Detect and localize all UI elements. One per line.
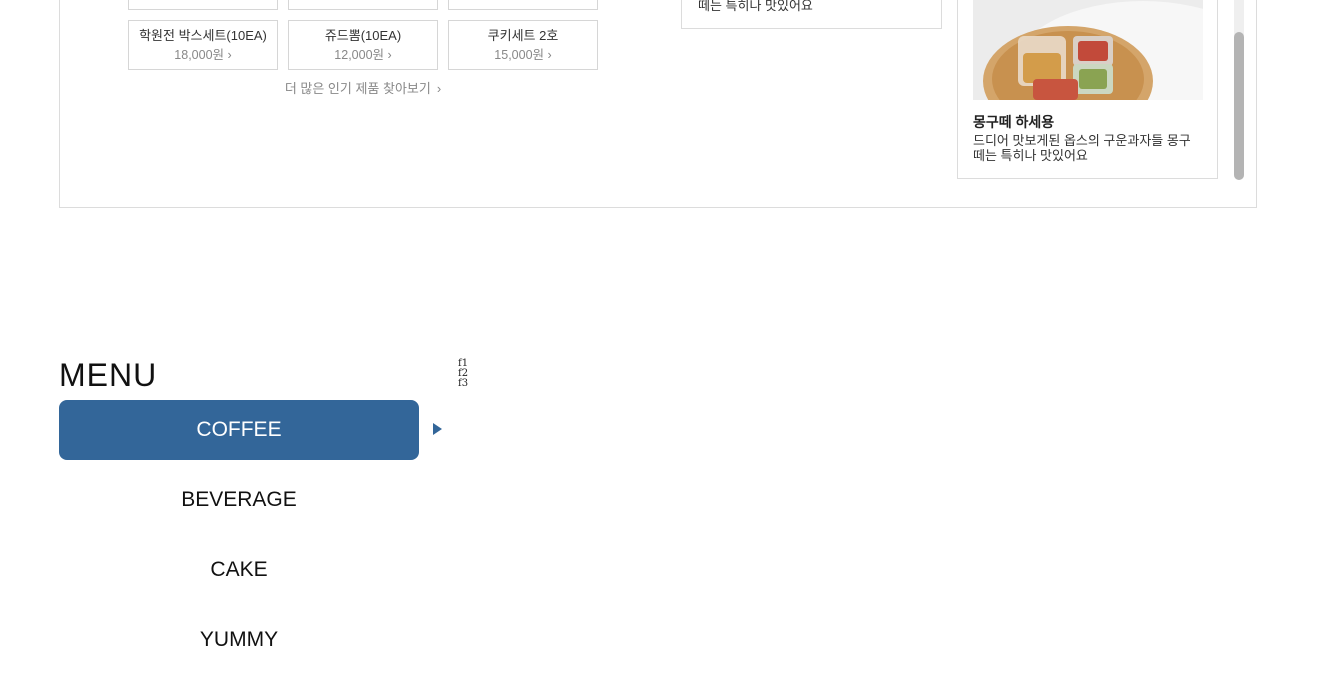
product-cell[interactable] xyxy=(448,0,598,10)
chevron-right-icon: › xyxy=(387,48,392,62)
footnote-f3[interactable]: f3 xyxy=(458,379,468,389)
product-row-previous xyxy=(128,0,598,10)
product-cell[interactable] xyxy=(288,0,438,10)
product-price: 15,000원 › xyxy=(494,48,552,62)
chevron-right-icon: › xyxy=(227,48,232,62)
product-name: 학원전 박스세트(10EA) xyxy=(139,28,267,43)
menu-item-coffee[interactable]: COFFEE xyxy=(59,400,419,460)
menu-item-beverage[interactable]: BEVERAGE xyxy=(59,470,419,530)
cookie-plate-image xyxy=(973,0,1203,100)
product-name: 쿠키세트 2호 xyxy=(487,28,559,43)
product-cell-judpom[interactable]: 쥬드뽐(10EA) 12,000원 › xyxy=(288,20,438,70)
product-price: 12,000원 › xyxy=(334,48,392,62)
review-text: 떼는 특히나 맛있어요 xyxy=(698,0,813,13)
chevron-right-icon: › xyxy=(436,81,442,96)
menu-item-yummy[interactable]: YUMMY xyxy=(59,610,419,670)
more-popular-link[interactable]: 더 많은 인기 제품 찾아보기 › xyxy=(128,78,598,97)
triangle-right-icon xyxy=(433,423,442,435)
product-cell-hakwonjeon[interactable]: 학원전 박스세트(10EA) 18,000원 › xyxy=(128,20,278,70)
product-price: 18,000원 › xyxy=(174,48,232,62)
footnote-list: f1 f2 f3 xyxy=(458,359,468,389)
feed-description: 드디어 맛보게된 옵스의 구운과자들 몽구떼는 특히나 맛있어요 xyxy=(973,133,1191,163)
menu-item-cake[interactable]: CAKE xyxy=(59,540,419,600)
review-card[interactable]: 떼는 특히나 맛있어요 xyxy=(681,0,942,29)
menu-list: COFFEE BEVERAGE CAKE YUMMY xyxy=(59,400,419,680)
feed-scrollbar[interactable] xyxy=(1234,0,1244,180)
feed-title: 몽구떼 하세용 xyxy=(973,114,1055,130)
product-cell-cookie-set[interactable]: 쿠키세트 2호 15,000원 › xyxy=(448,20,598,70)
feed-photo xyxy=(973,0,1203,100)
product-row: 학원전 박스세트(10EA) 18,000원 › 쥬드뽐(10EA) 12,00… xyxy=(128,20,598,70)
chevron-right-icon: › xyxy=(547,48,552,62)
product-cell[interactable] xyxy=(128,0,278,10)
feed-card[interactable]: 몽구떼 하세용 드디어 맛보게된 옵스의 구운과자들 몽구떼는 특히나 맛있어요 xyxy=(957,0,1218,179)
product-name: 쥬드뽐(10EA) xyxy=(324,28,402,43)
scrollbar-thumb[interactable] xyxy=(1234,32,1244,180)
menu-title: MENU xyxy=(59,357,158,393)
